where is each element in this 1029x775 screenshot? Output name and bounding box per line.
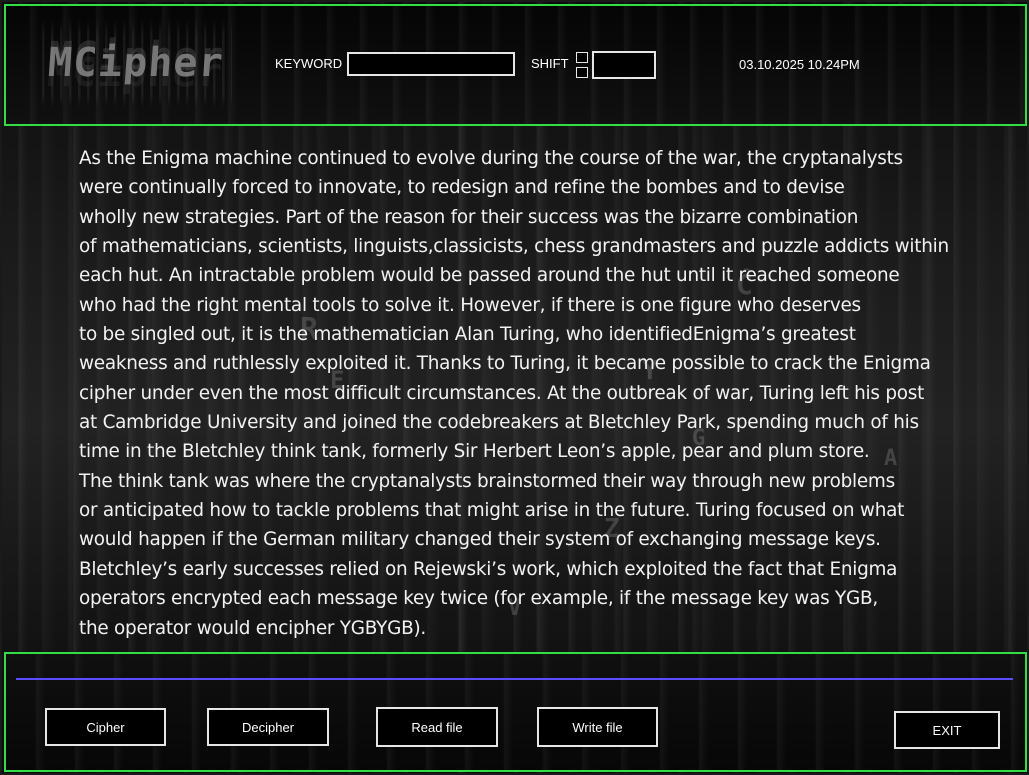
text-line: were continually forced to innovate, to … xyxy=(79,177,845,199)
decipher-button[interactable]: Decipher xyxy=(207,708,329,746)
text-line: The think tank was where the cryptanalys… xyxy=(79,470,895,492)
header-panel: MCipher KEYWORD SHIFT 03.10.2025 10.24PM xyxy=(4,4,1027,126)
text-line: weakness and ruthlessly exploited it. Th… xyxy=(79,353,931,375)
shift-increment-button[interactable] xyxy=(576,52,588,63)
shift-input[interactable] xyxy=(592,51,656,79)
text-line: As the Enigma machine continued to evolv… xyxy=(79,148,903,169)
text-line: cipher under even the most difficult cir… xyxy=(79,382,925,404)
text-line: would happen if the German military chan… xyxy=(79,529,881,551)
text-line: at Cambridge University and joined the c… xyxy=(79,412,919,434)
text-line: operators encrypted each message key twi… xyxy=(79,588,878,610)
text-line: who had the right mental tools to solve … xyxy=(79,294,861,316)
text-line: time in the Bletchley think tank, former… xyxy=(79,441,870,463)
shift-label: SHIFT xyxy=(531,56,569,71)
app-window: MCipher KEYWORD SHIFT 03.10.2025 10.24PM… xyxy=(0,0,1029,775)
footer-panel: Cipher Decipher Read file Write file EXI… xyxy=(4,652,1027,772)
read-file-button[interactable]: Read file xyxy=(376,707,498,747)
keyword-label: KEYWORD xyxy=(275,56,343,71)
exit-button[interactable]: EXIT xyxy=(894,711,1000,749)
write-file-button[interactable]: Write file xyxy=(537,707,658,747)
cipher-button[interactable]: Cipher xyxy=(45,708,166,746)
text-line: to be singled out, it is the mathematici… xyxy=(79,324,856,346)
logo-text: MCipher xyxy=(46,40,226,86)
text-line: the operator would encipher YGBYGB). xyxy=(79,617,427,639)
progress-bar xyxy=(16,678,1013,680)
text-line: Bletchley’s early successes relied on Re… xyxy=(79,558,898,580)
text-display-area[interactable]: R E Y G Ĉ Z V A As the Enigma machine co… xyxy=(4,126,1025,650)
body-text: As the Enigma machine continued to evolv… xyxy=(79,144,1023,643)
text-line: each hut. An intractable problem would b… xyxy=(79,265,900,287)
app-logo: MCipher xyxy=(42,18,232,108)
shift-decrement-button[interactable] xyxy=(576,67,588,78)
text-line: wholly new strategies. Part of the reaso… xyxy=(79,206,859,228)
keyword-input[interactable] xyxy=(347,52,515,76)
datetime-display: 03.10.2025 10.24PM xyxy=(739,57,860,72)
text-line: of mathematicians, scientists, linguists… xyxy=(79,236,949,258)
text-line: or anticipated how to tackle problems th… xyxy=(79,500,905,522)
